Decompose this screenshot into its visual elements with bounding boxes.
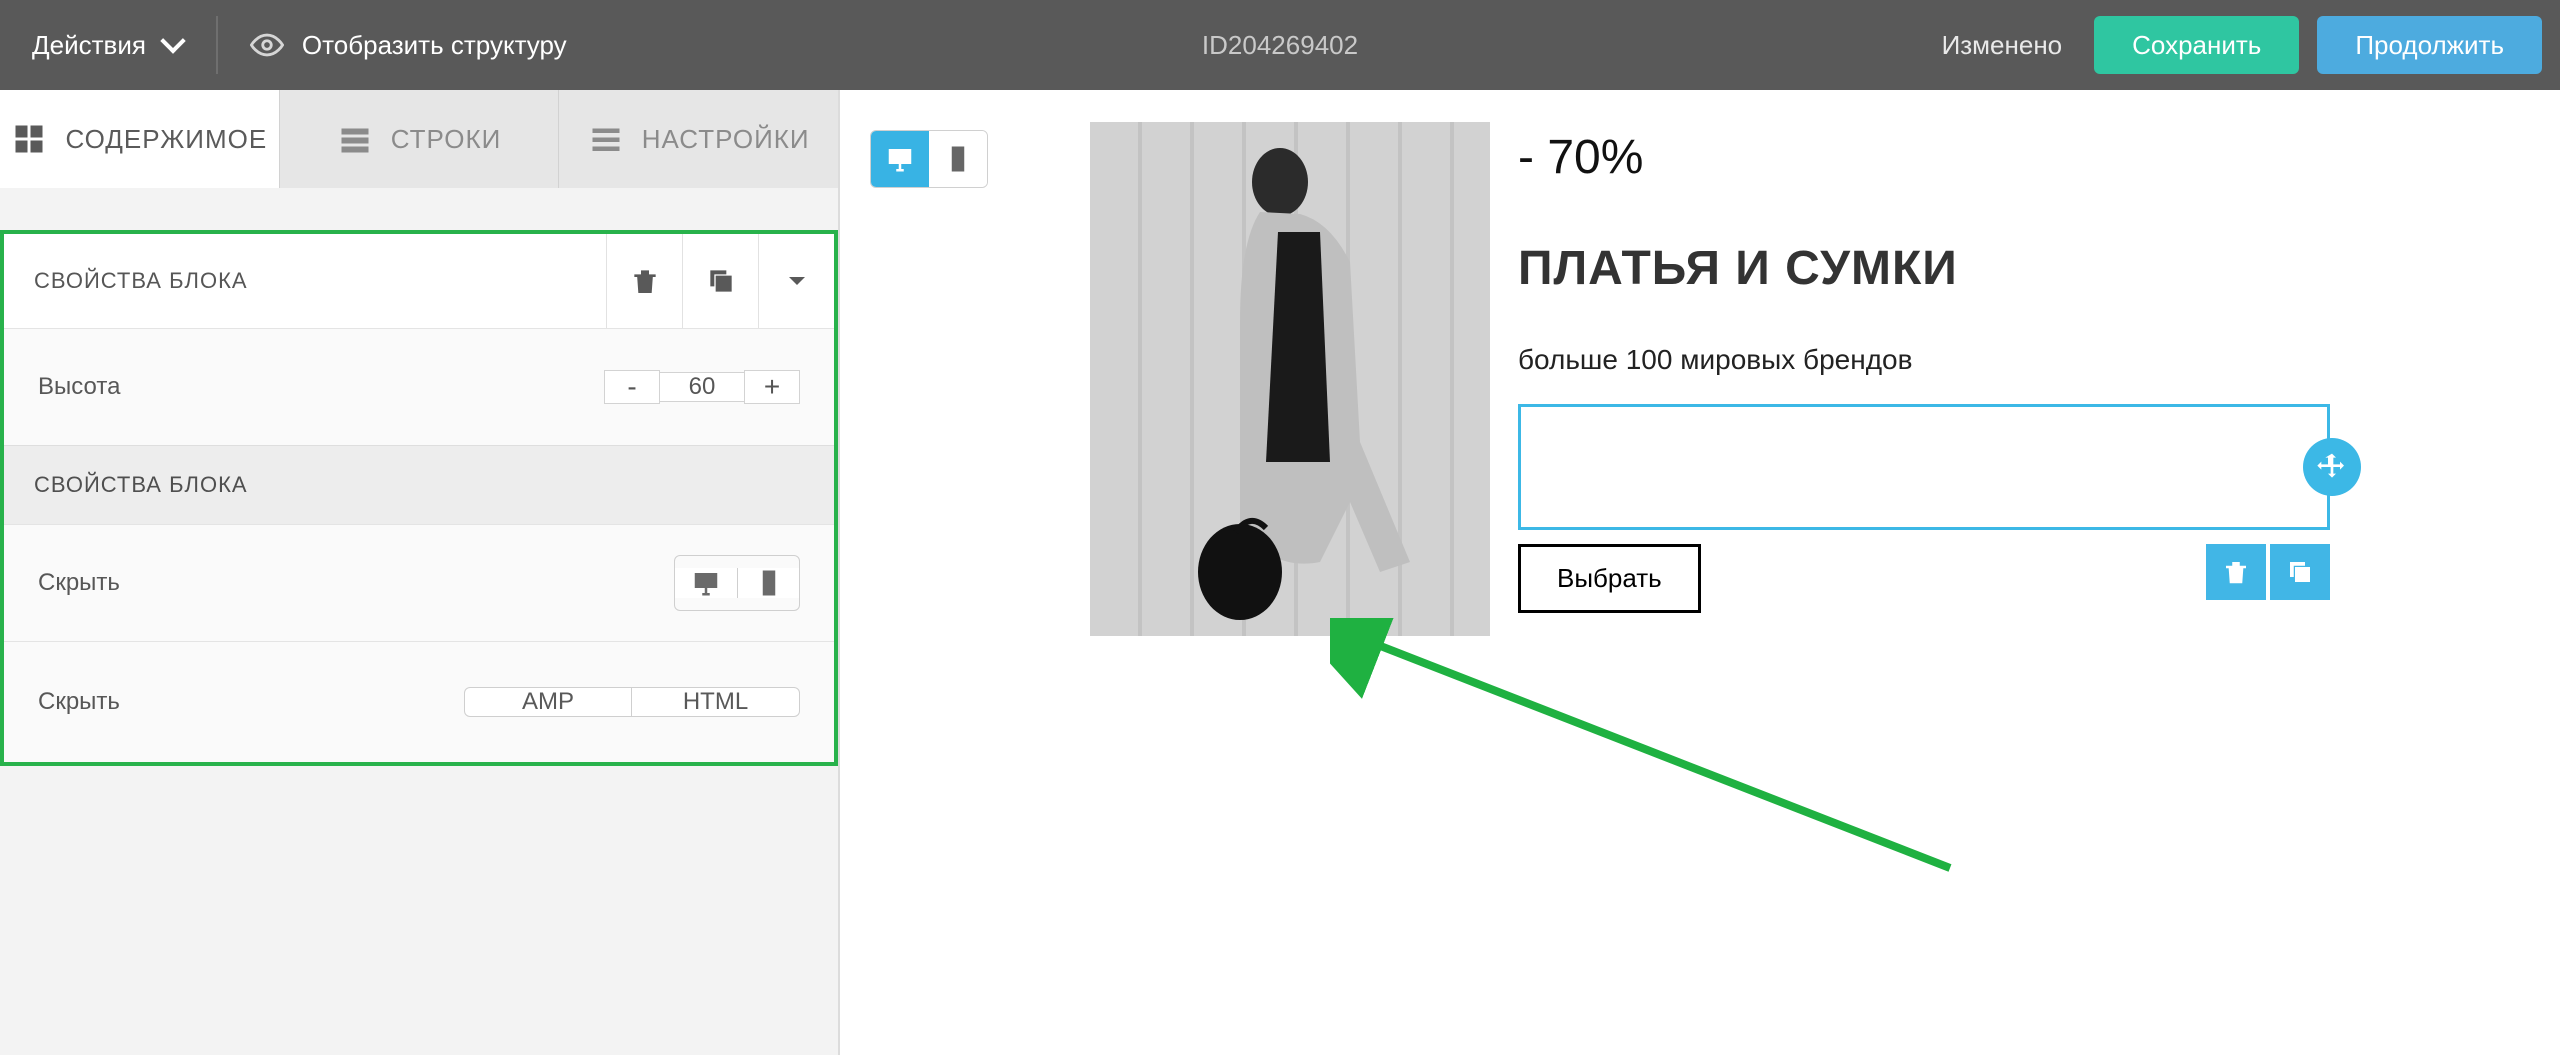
height-row: Высота - 60 + <box>4 328 834 445</box>
height-label: Высота <box>38 373 604 401</box>
sliders-icon <box>588 121 624 157</box>
discount-text: - 70% <box>1518 130 2330 185</box>
save-button[interactable]: Сохранить <box>2094 16 2299 74</box>
sidebar: СОДЕРЖИМОЕ СТРОКИ НАСТРОЙКИ СВОЙСТВА БЛО… <box>0 90 840 1055</box>
properties-panel: СВОЙСТВА БЛОКА Высота - 60 + <box>0 230 838 766</box>
viewport-switch <box>870 130 988 188</box>
hide-format-toggle: AMP HTML <box>464 672 800 732</box>
select-button[interactable]: Выбрать <box>1518 544 1701 613</box>
panel-header: СВОЙСТВА БЛОКА <box>4 234 834 328</box>
height-stepper: - 60 + <box>604 359 800 415</box>
hide-format-label: Скрыть <box>38 688 464 716</box>
hide-format-row: Скрыть AMP HTML <box>4 641 834 762</box>
divider <box>216 16 218 74</box>
hide-device-toggle <box>674 555 800 611</box>
topbar: Действия Отобразить структуру ID20426940… <box>0 0 2560 90</box>
panel-title: СВОЙСТВА БЛОКА <box>4 268 606 294</box>
tab-rows-label: СТРОКИ <box>391 124 502 155</box>
chevron-down-icon <box>160 28 185 53</box>
main-area: СОДЕРЖИМОЕ СТРОКИ НАСТРОЙКИ СВОЙСТВА БЛО… <box>0 90 2560 1055</box>
mobile-icon <box>754 568 784 598</box>
copy-icon <box>705 265 737 297</box>
tool-duplicate-button[interactable] <box>2270 544 2330 600</box>
collapse-panel-button[interactable] <box>758 234 834 328</box>
move-icon <box>2316 451 2348 483</box>
copy-icon <box>2285 557 2315 587</box>
product-block: - 70% ПЛАТЬЯ И СУМКИ больше 100 мировых … <box>1090 122 2330 636</box>
desktop-icon <box>885 144 915 174</box>
hide-mobile-button[interactable] <box>737 568 799 598</box>
tab-content-label: СОДЕРЖИМОЕ <box>65 124 267 155</box>
show-structure-toggle[interactable]: Отобразить структуру <box>232 0 585 90</box>
continue-button[interactable]: Продолжить <box>2317 16 2542 74</box>
below-selection-row: Выбрать <box>1518 544 2330 613</box>
tab-content[interactable]: СОДЕРЖИМОЕ <box>0 90 279 188</box>
desktop-icon <box>691 568 721 598</box>
actions-label: Действия <box>32 30 146 61</box>
save-status: Изменено <box>1942 30 2063 61</box>
actions-menu[interactable]: Действия <box>12 0 202 90</box>
panel-subheader: СВОЙСТВА БЛОКА <box>4 445 834 524</box>
product-subtitle: больше 100 мировых брендов <box>1518 344 2330 376</box>
show-structure-label: Отобразить структуру <box>302 30 567 61</box>
delete-block-button[interactable] <box>606 234 682 328</box>
viewport-desktop-button[interactable] <box>871 131 929 187</box>
hide-device-label: Скрыть <box>38 569 674 597</box>
move-handle[interactable] <box>2303 438 2361 496</box>
mobile-icon <box>943 144 973 174</box>
product-info: - 70% ПЛАТЬЯ И СУМКИ больше 100 мировых … <box>1518 122 2330 636</box>
duplicate-block-button[interactable] <box>682 234 758 328</box>
trash-icon <box>629 265 661 297</box>
annotation-arrow <box>1330 618 1970 878</box>
eye-icon <box>250 28 284 62</box>
height-increment[interactable]: + <box>744 370 800 404</box>
hide-device-row: Скрыть <box>4 524 834 641</box>
tab-settings[interactable]: НАСТРОЙКИ <box>558 90 838 188</box>
viewport-mobile-button[interactable] <box>929 131 987 187</box>
chevron-down-icon <box>781 265 813 297</box>
canvas: - 70% ПЛАТЬЯ И СУМКИ больше 100 мировых … <box>840 90 2560 1055</box>
tool-delete-button[interactable] <box>2206 544 2266 600</box>
hide-desktop-button[interactable] <box>675 568 737 598</box>
height-decrement[interactable]: - <box>604 370 660 404</box>
document-id: ID204269402 <box>1202 30 1358 61</box>
selected-spacer-block[interactable] <box>1518 404 2330 530</box>
product-title: ПЛАТЬЯ И СУМКИ <box>1518 241 2330 296</box>
tab-rows[interactable]: СТРОКИ <box>279 90 559 188</box>
sidebar-tabs: СОДЕРЖИМОЕ СТРОКИ НАСТРОЙКИ <box>0 90 838 188</box>
product-image <box>1090 122 1490 636</box>
hide-amp-button[interactable]: AMP <box>464 687 632 717</box>
block-tools <box>2206 544 2330 600</box>
tab-settings-label: НАСТРОЙКИ <box>642 124 810 155</box>
grid-icon <box>11 121 47 157</box>
rows-icon <box>337 121 373 157</box>
model-figure <box>1170 142 1430 622</box>
hide-html-button[interactable]: HTML <box>632 687 800 717</box>
height-value[interactable]: 60 <box>660 372 744 402</box>
trash-icon <box>2221 557 2251 587</box>
